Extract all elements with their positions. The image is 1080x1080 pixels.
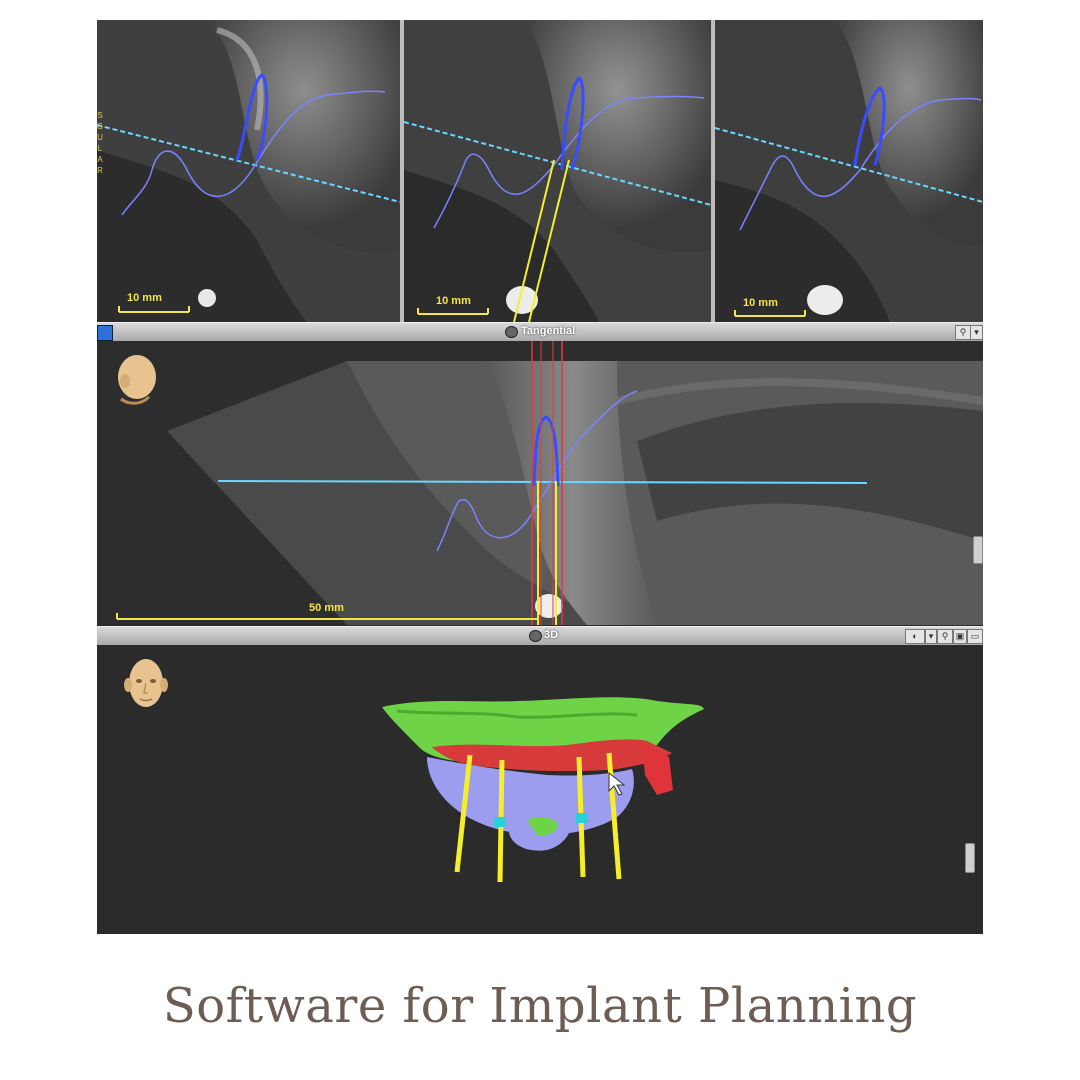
cross-section-view-3[interactable]: 10 mm (715, 20, 983, 322)
scale-label: 10 mm (743, 297, 778, 309)
scrollbar-thumb[interactable] (965, 843, 975, 873)
cross-section-image-3 (715, 20, 983, 322)
scale-label: 50 mm (309, 602, 344, 614)
chevron-down-icon[interactable]: ▾ (970, 325, 983, 340)
orientation-label: S G U L A R (97, 111, 104, 175)
camera-icon[interactable]: ▣ (953, 629, 967, 644)
tangential-view[interactable]: 50 mm (97, 341, 983, 625)
zoom-icon[interactable]: ⚲ (937, 629, 953, 644)
scale-label: 10 mm (127, 292, 162, 304)
eye-icon[interactable] (505, 326, 518, 338)
visibility-icon[interactable]: ◐ (905, 629, 925, 644)
3d-titlebar[interactable]: 3D ◐ ▾ ⚲ ▣ ▭ (97, 626, 983, 646)
caption: Software for Implant Planning (162, 978, 918, 1034)
tangential-titlebar[interactable]: Tangential ⚲ ▾ (97, 322, 983, 342)
3d-view[interactable] (97, 645, 983, 934)
chevron-down-icon[interactable]: ▾ (925, 629, 937, 644)
cross-section-view-1[interactable]: 10 mm S G U L A R (97, 20, 400, 322)
implant-planning-screen: 10 mm S G U L A R 10 mm 10 mm Tangential… (97, 20, 983, 934)
cross-section-image-2 (404, 20, 711, 322)
scrollbar-thumb[interactable] (973, 536, 983, 564)
view-selector-button[interactable] (97, 325, 113, 341)
panel-title: 3D (544, 629, 559, 641)
head-orientation-icon[interactable] (121, 653, 171, 715)
window-icon[interactable]: ▭ (967, 629, 983, 644)
scale-label: 10 mm (436, 295, 471, 307)
eye-icon[interactable] (529, 630, 542, 642)
cross-section-view-2[interactable]: 10 mm (404, 20, 711, 322)
3d-model (382, 697, 704, 883)
tangential-image (116, 341, 983, 625)
head-orientation-icon[interactable] (111, 351, 157, 407)
cross-section-image-1 (97, 20, 400, 322)
zoom-icon[interactable]: ⚲ (955, 325, 971, 340)
panel-title: Tangential (521, 325, 576, 337)
